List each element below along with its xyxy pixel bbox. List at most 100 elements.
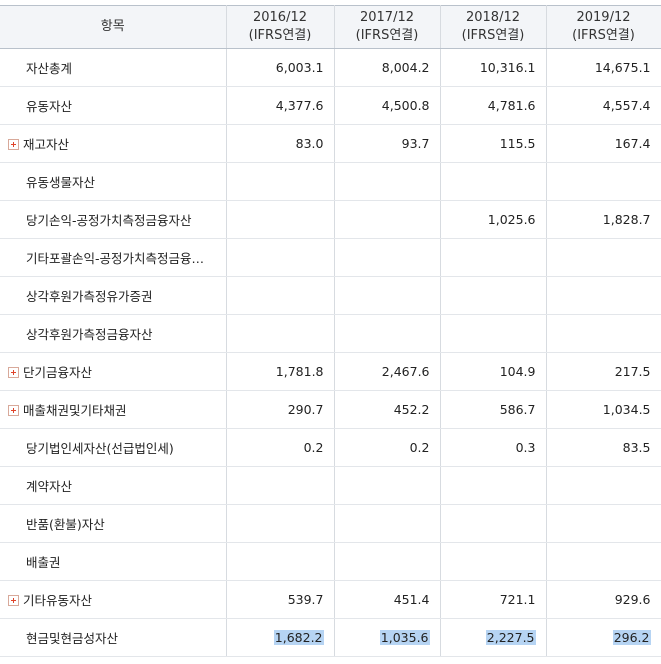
cell-value: 929.6 [546,580,661,619]
cell-value [226,542,335,581]
cell-value: 14,675.1 [546,48,661,87]
row-label: 상각후원가측정금융자산 [0,314,227,353]
cell-value [226,276,335,315]
cell-value [546,162,661,201]
period-basis: (IFRS연결) [461,28,525,43]
cell-value [226,504,335,543]
cell-value: 721.1 [440,580,547,619]
cell-value: 0.2 [334,428,441,467]
cell-value: 4,500.8 [334,86,441,125]
cell-value: 83.0 [226,124,335,163]
table-row: 당기법인세자산(선급법인세) 0.2 0.2 0.3 83.5 [0,428,661,467]
cell-value-cell: 1,035.6 [334,618,441,657]
period-header-2017[interactable]: 2017/12 (IFRS연결) [334,5,441,49]
cell-value: 4,781.6 [440,86,547,125]
row-label: 배출권 [0,542,227,581]
cell-value: 167.4 [546,124,661,163]
cell-value [226,162,335,201]
row-label: 자산총계 [0,48,227,87]
cell-value [546,276,661,315]
cell-value: 1,034.5 [546,390,661,429]
plus-square-icon[interactable] [8,595,19,606]
cell-value-cell: 2,227.5 [440,618,547,657]
cell-value: 586.7 [440,390,547,429]
cell-value [440,504,547,543]
cell-value [334,504,441,543]
period-header-2016[interactable]: 2016/12 (IFRS연결) [226,5,335,49]
cell-value [226,466,335,505]
period-basis: (IFRS연결) [248,28,312,43]
row-label-cell: 단기금융자산 [0,352,227,391]
plus-square-icon[interactable] [8,139,19,150]
cell-value [440,314,547,353]
period-year: 2019/12 [576,10,631,25]
row-label-cell: 재고자산 [0,124,227,163]
cell-value: 4,557.4 [546,86,661,125]
cell-value: 1,828.7 [546,200,661,239]
cell-value [334,466,441,505]
row-label-cell: 기타유동자산 [0,580,227,619]
table-row: 기타포괄손익-공정가치측정금융… [0,238,661,277]
row-label: 당기법인세자산(선급법인세) [0,428,227,467]
cell-value [546,542,661,581]
cell-value: 451.4 [334,580,441,619]
cell-value: 1,025.6 [440,200,547,239]
table-row: 반품(환불)자산 [0,504,661,543]
cell-value [546,466,661,505]
table-row: 유동자산 4,377.6 4,500.8 4,781.6 4,557.4 [0,86,661,125]
cell-value: 539.7 [226,580,335,619]
table-row: 매출채권및기타채권 290.7 452.2 586.7 1,034.5 [0,390,661,429]
item-column-header[interactable]: 항목 [0,5,227,49]
cell-value [546,238,661,277]
cell-value [546,504,661,543]
selected-value[interactable]: 296.2 [612,630,651,645]
plus-square-icon[interactable] [8,367,19,378]
row-label: 단기금융자산 [23,365,93,380]
row-label: 계약자산 [0,466,227,505]
cell-value: 115.5 [440,124,547,163]
row-label: 매출채권및기타채권 [23,403,127,418]
row-label: 기타포괄손익-공정가치측정금융… [0,238,227,277]
period-basis: (IFRS연결) [572,28,635,43]
selected-value[interactable]: 1,035.6 [379,630,430,645]
financial-table: 항목 2016/12 (IFRS연결) 2017/12 (IFRS연결) 2018/… [0,5,661,657]
row-label: 현금및현금성자산 [0,618,227,657]
selected-value[interactable]: 2,227.5 [485,630,536,645]
cell-value: 6,003.1 [226,48,335,87]
cell-value [440,466,547,505]
cell-value: 104.9 [440,352,547,391]
cell-value: 217.5 [546,352,661,391]
cell-value [334,200,441,239]
cell-value [334,314,441,353]
cell-value: 93.7 [334,124,441,163]
cell-value [440,162,547,201]
cell-value-cell: 1,682.2 [226,618,335,657]
cell-value [226,200,335,239]
cell-value [334,276,441,315]
period-basis: (IFRS연결) [355,28,419,43]
cell-value: 4,377.6 [226,86,335,125]
table-row: 상각후원가측정유가증권 [0,276,661,315]
table-row: 당기손익-공정가치측정금융자산 1,025.6 1,828.7 [0,200,661,239]
cell-value [440,542,547,581]
row-label: 유동생물자산 [0,162,227,201]
cell-value [334,162,441,201]
cell-value: 290.7 [226,390,335,429]
table-row: 현금및현금성자산 1,682.2 1,035.6 2,227.5 296.2 [0,618,661,657]
cell-value: 83.5 [546,428,661,467]
period-header-2018[interactable]: 2018/12 (IFRS연결) [440,5,547,49]
table-row: 기타유동자산 539.7 451.4 721.1 929.6 [0,580,661,619]
table-row: 단기금융자산 1,781.8 2,467.6 104.9 217.5 [0,352,661,391]
row-label: 기타유동자산 [23,593,93,608]
cell-value: 1,781.8 [226,352,335,391]
row-label-cell: 매출채권및기타채권 [0,390,227,429]
plus-square-icon[interactable] [8,405,19,416]
period-year: 2017/12 [359,10,414,25]
cell-value: 452.2 [334,390,441,429]
cell-value [440,276,547,315]
row-label: 상각후원가측정유가증권 [0,276,227,315]
selected-value[interactable]: 1,682.2 [273,630,324,645]
period-header-2019[interactable]: 2019/12 (IFRS연결) [546,5,661,49]
table-row: 상각후원가측정금융자산 [0,314,661,353]
cell-value [334,238,441,277]
